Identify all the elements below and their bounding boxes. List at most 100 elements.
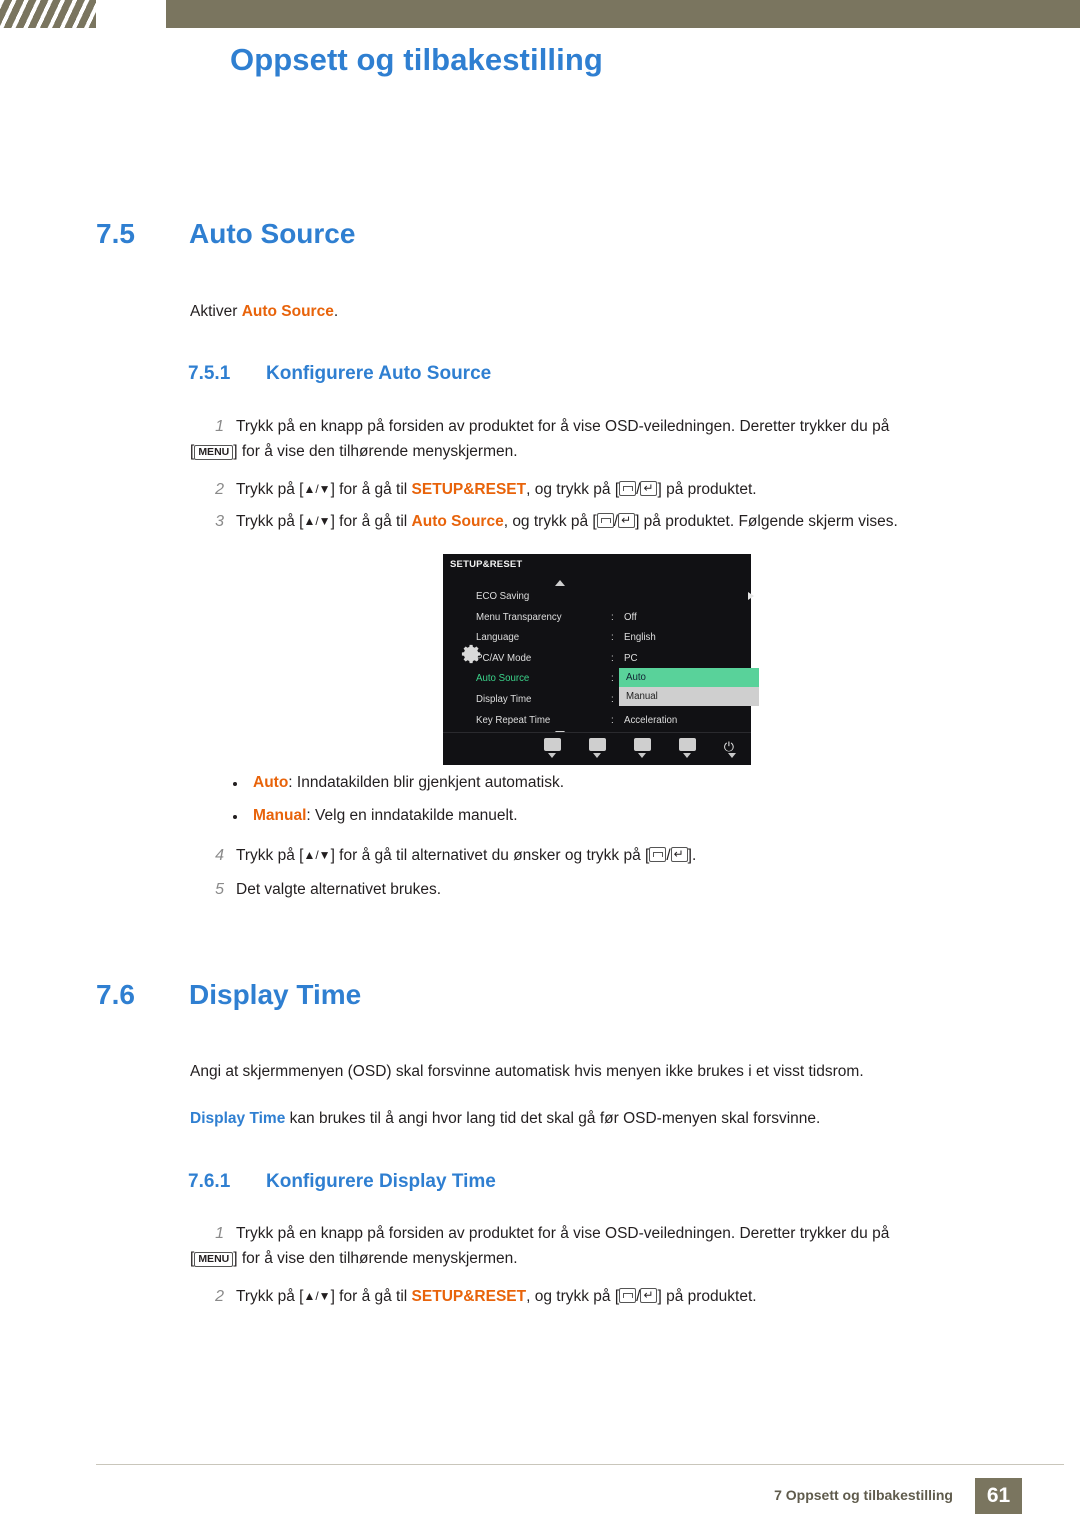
power-icon[interactable]: ⏻ [724, 740, 734, 753]
step-item: 4 Trykk på [▲/▼] for å gå til alternativ… [190, 843, 1010, 868]
bullet-manual: Manual: Velg en inndatakilde manuelt. [233, 807, 518, 825]
step-body: Trykk på en knapp på forsiden av produkt… [190, 1225, 890, 1268]
step-target: SETUP&RESET [411, 1288, 527, 1305]
step-text-b: ] for å gå til alternativet du ønsker og… [330, 847, 650, 864]
bullet-term: Manual [253, 807, 307, 824]
osd-row-label: Menu Transparency [476, 611, 562, 623]
step-body: Trykk på [▲/▼] for å gå til SETUP&RESET,… [236, 477, 1010, 502]
step-text-c: , og trykk på [ [503, 513, 597, 530]
osd-up-button[interactable] [634, 738, 651, 751]
osd-row-label: Language [476, 632, 520, 644]
enter-icon [618, 511, 636, 530]
osd-popup-item-auto[interactable]: Auto [619, 668, 759, 687]
subsection-title: Konfigurere Display Time [266, 1171, 496, 1192]
step-item: 1 Trykk på en knapp på forsiden av produ… [190, 1221, 990, 1271]
footer-divider [96, 1464, 1064, 1465]
step-text-line1: Trykk på en knapp på forsiden av produkt… [236, 1225, 890, 1242]
page-title: Oppsett og tilbakestilling [230, 42, 603, 77]
osd-row-value: Off [624, 611, 637, 623]
bullet-dot [233, 782, 237, 786]
section-title: Display Time [189, 979, 362, 1010]
step-number: 1 [215, 1225, 224, 1242]
source-icon [619, 1288, 637, 1303]
menu-keycap: MENU [194, 444, 234, 460]
step-body: Trykk på [▲/▼] for å gå til Auto Source,… [236, 509, 1040, 534]
osd-title: SETUP&RESET [450, 559, 523, 570]
step-text-b: ] for å gå til [330, 481, 412, 498]
section-title: Auto Source [189, 218, 356, 249]
chevron-right-icon [748, 592, 754, 600]
enter-icon [640, 479, 658, 498]
osd-row-label: PC/AV Mode [476, 652, 532, 664]
source-icon [619, 481, 637, 496]
osd-row-value: English [624, 632, 656, 644]
osd-left-button[interactable] [544, 738, 561, 751]
bullet-term: Auto [253, 774, 289, 791]
step-text-d: ] på produktet. Følgende skjerm vises. [635, 513, 898, 530]
osd-down-button[interactable] [589, 738, 606, 751]
step-body: Det valgte alternativet brukes. [236, 881, 442, 898]
osd-row-label: ECO Saving [476, 591, 530, 602]
updown-arrows: ▲/▼ [303, 1289, 331, 1303]
bullet-content: Auto: Inndatakilden blir gjenkjent autom… [253, 774, 564, 792]
osd-auto-source-popup: Auto Manual [619, 668, 759, 708]
subsection-number: 7.5.1 [188, 363, 231, 384]
step-text-a: Trykk på [ [236, 1288, 304, 1305]
display-time-rest: kan brukes til å angi hvor lang tid det … [285, 1110, 821, 1127]
display-time-para-1: Angi at skjermmenyen (OSD) skal forsvinn… [190, 1063, 864, 1080]
step-text-b: ] for å gå til [330, 513, 412, 530]
bullet-description: : Velg en inndatakilde manuelt. [306, 807, 518, 824]
step-target: Auto Source [411, 513, 504, 530]
osd-row[interactable]: Key Repeat Time : Acceleration [476, 712, 746, 733]
step-number: 4 [215, 847, 224, 864]
top-band-white-notch [96, 0, 166, 43]
step-item: 2 Trykk på [▲/▼] for å gå til SETUP&RESE… [190, 477, 1010, 502]
bullet-description: : Inndatakilden blir gjenkjent automatis… [288, 774, 565, 791]
osd-row-label: Display Time [476, 693, 532, 705]
section-heading-7-6: 7.6 Display Time [96, 979, 361, 1011]
step-body: Trykk på [▲/▼] for å gå til SETUP&RESET,… [236, 1284, 1010, 1309]
osd-row[interactable]: Language : English [476, 629, 746, 650]
top-band-hatch [0, 0, 96, 28]
step-number: 1 [215, 418, 224, 435]
updown-arrows: ▲/▼ [303, 482, 331, 496]
step-target: SETUP&RESET [411, 481, 527, 498]
display-time-para-2: Display Time kan brukes til å angi hvor … [190, 1107, 1020, 1130]
section-number: 7.6 [96, 979, 135, 1010]
osd-row-colon: : [611, 714, 614, 726]
osd-row[interactable]: Menu Transparency : Off [476, 609, 746, 630]
step-text-line2: for å vise den tilhørende menyskjermen. [241, 1250, 518, 1268]
updown-arrows: ▲/▼ [303, 848, 331, 862]
step-number: 2 [215, 481, 224, 498]
osd-row-colon: : [611, 673, 614, 685]
bullet-dot [233, 815, 237, 819]
enter-icon [640, 1286, 658, 1305]
bullet-auto: Auto: Inndatakilden blir gjenkjent autom… [233, 774, 564, 792]
step-text-line1: Trykk på en knapp på forsiden av produkt… [236, 418, 890, 435]
updown-arrows: ▲/▼ [303, 514, 331, 528]
osd-row[interactable]: ECO Saving [476, 588, 754, 609]
page-number-badge: 61 [975, 1478, 1022, 1514]
source-icon [649, 847, 667, 862]
enter-icon [670, 845, 688, 864]
caret-down-icon [683, 753, 691, 758]
footer-chapter-label: 7 Oppsett og tilbakestilling [774, 1487, 953, 1503]
osd-screenshot: SETUP&RESET ECO Saving Menu Transparency… [443, 554, 759, 765]
step-body: Trykk på [▲/▼] for å gå til alternativet… [236, 843, 1010, 868]
caret-down-icon [593, 753, 601, 758]
osd-enter-button[interactable] [679, 738, 696, 751]
bullet-content: Manual: Velg en inndatakilde manuelt. [253, 807, 518, 825]
osd-popup-item-manual[interactable]: Manual [619, 687, 759, 706]
section-number: 7.5 [96, 218, 135, 249]
subsection-heading-7-6-1: 7.6.1 Konfigurere Display Time [188, 1171, 496, 1193]
step-text-a: Trykk på [ [236, 481, 304, 498]
osd-row-colon: : [611, 611, 614, 623]
step-item: 3 Trykk på [▲/▼] for å gå til Auto Sourc… [190, 509, 1040, 534]
step-text-c: , og trykk på [ [526, 1288, 620, 1305]
step-item: 5 Det valgte alternativet brukes. [190, 877, 1010, 902]
subsection-title: Konfigurere Auto Source [266, 363, 492, 384]
osd-row-colon: : [611, 632, 614, 644]
step-text-a: Trykk på [ [236, 513, 304, 530]
intro-suffix: . [333, 303, 339, 320]
step-text-c: , og trykk på [ [526, 481, 620, 498]
